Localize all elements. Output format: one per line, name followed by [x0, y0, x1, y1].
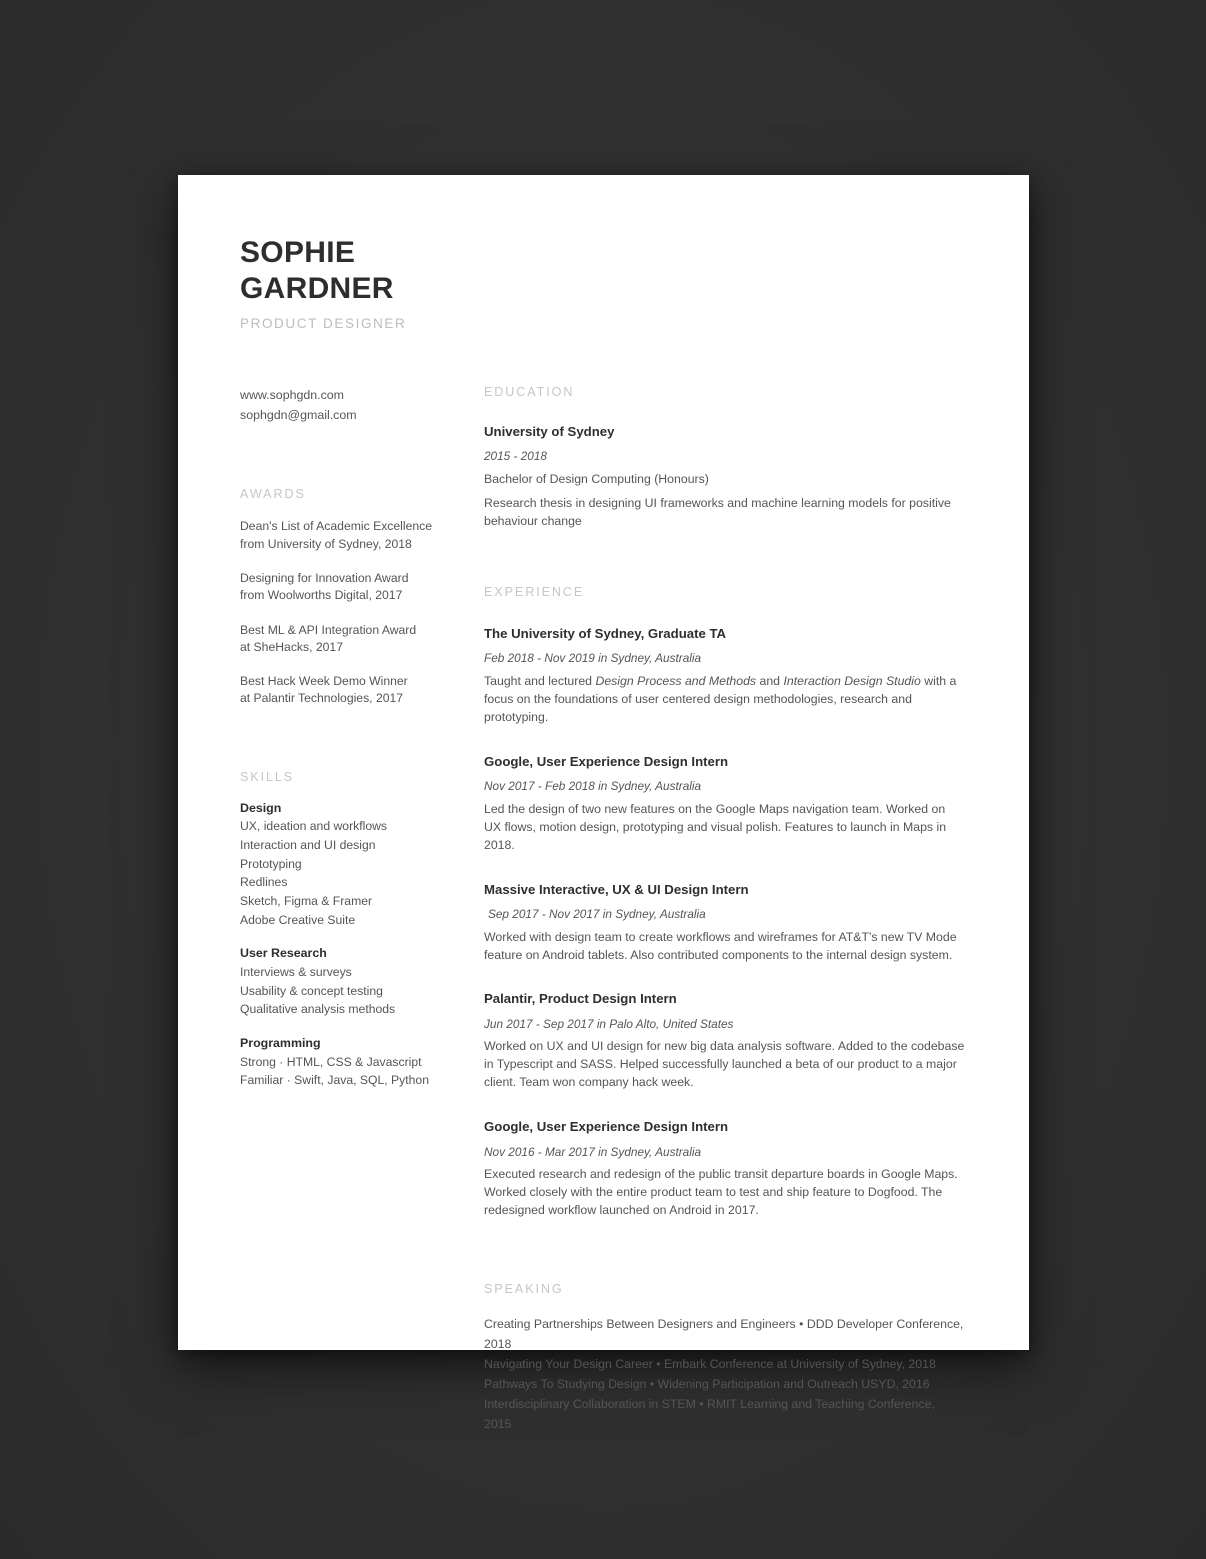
experience-role: Google, User Experience Design Intern — [484, 1119, 729, 1135]
experience-entry: Google, User Experience Design Intern No… — [484, 753, 965, 855]
awards-heading: AWARDS — [240, 487, 306, 502]
main-column: EDUCATION University of Sydney 2015 - 20… — [484, 385, 965, 1435]
sidebar-column: www.sophgdn.com sophgdn@gmail.com AWARDS… — [240, 385, 484, 1435]
speaking-heading: SPEAKING — [484, 1282, 564, 1297]
experience-meta: Sep 2017 - Nov 2017 in Sydney, Australia — [488, 907, 706, 922]
experience-description: Executed research and redesign of the pu… — [484, 1167, 958, 1218]
contact-block: www.sophgdn.com sophgdn@gmail.com — [240, 385, 484, 425]
speaking-item: Interdisciplinary Collaboration in STEM … — [484, 1396, 935, 1431]
skills-section: SKILLS Design UX, ideation and workflows… — [240, 770, 484, 1090]
skill-item: Strong · HTML, CSS & Javascript — [240, 1054, 422, 1069]
skill-item: Interviews & surveys — [240, 964, 352, 979]
skill-item: Prototyping — [240, 856, 302, 871]
speaking-section: SPEAKING Creating Partnerships Between D… — [484, 1282, 965, 1434]
experience-role: Massive Interactive, UX & UI Design Inte… — [484, 881, 749, 897]
skill-group-programming: Programming Strong · HTML, CSS & Javascr… — [240, 1034, 484, 1090]
education-entry: University of Sydney 2015 - 2018 Bachelo… — [484, 423, 965, 531]
experience-section: EXPERIENCE The University of Sydney, Gra… — [484, 585, 965, 1220]
education-heading: EDUCATION — [484, 385, 575, 399]
awards-section: AWARDS Dean's List of Academic Excellenc… — [240, 487, 484, 708]
award-item: Designing for Innovation Award from Wool… — [240, 570, 484, 605]
skill-group-title: User Research — [240, 946, 327, 961]
skills-heading: SKILLS — [240, 769, 295, 784]
award-line-1: Dean's List of Academic Excellence — [240, 519, 433, 534]
skill-item: Usability & concept testing — [240, 983, 383, 998]
resume-page: SOPHIE GARDNER PRODUCT DESIGNER www.soph… — [178, 175, 1029, 1431]
award-item: Dean's List of Academic Excellence from … — [240, 518, 484, 553]
experience-description: Worked with design team to create workfl… — [484, 929, 957, 962]
speaking-list: Creating Partnerships Between Designers … — [484, 1315, 965, 1434]
skill-group-title: Programming — [240, 1035, 321, 1050]
award-line-2: at Palantir Technologies, 2017 — [240, 691, 404, 706]
skill-group-title: Design — [240, 800, 282, 815]
school-name: University of Sydney — [484, 424, 615, 439]
first-name: SOPHIE — [240, 236, 356, 269]
education-section: EDUCATION University of Sydney 2015 - 20… — [484, 385, 965, 531]
experience-description: Led the design of two new features on th… — [484, 801, 947, 852]
skill-item: Familiar · Swift, Java, SQL, Python — [240, 1073, 429, 1088]
award-line-1: Best ML & API Integration Award — [240, 622, 417, 637]
skill-item: UX, ideation and workflows — [240, 819, 387, 834]
skill-group-design: Design UX, ideation and workflows Intera… — [240, 799, 484, 930]
experience-entry: Google, User Experience Design Intern No… — [484, 1118, 965, 1220]
contact-email[interactable]: sophgdn@gmail.com — [240, 405, 484, 425]
speaking-item: Pathways To Studying Design • Widening P… — [484, 1376, 930, 1391]
experience-meta: Nov 2016 - Mar 2017 in Sydney, Australia — [484, 1144, 702, 1159]
experience-meta: Feb 2018 - Nov 2019 in Sydney, Australia — [484, 651, 702, 666]
desc-part: Taught and lectured — [484, 673, 596, 688]
experience-entry: The University of Sydney, Graduate TA Fe… — [484, 625, 965, 727]
experience-role: Google, User Experience Design Intern — [484, 753, 729, 769]
candidate-name: SOPHIE GARDNER — [240, 235, 965, 307]
experience-role: The University of Sydney, Graduate TA — [484, 625, 727, 641]
skill-item: Interaction and UI design — [240, 838, 376, 853]
speaking-item: Navigating Your Design Career • Embark C… — [484, 1357, 936, 1372]
experience-meta: Jun 2017 - Sep 2017 in Palo Alto, United… — [484, 1016, 734, 1031]
award-line-2: from University of Sydney, 2018 — [240, 536, 412, 551]
education-dates: 2015 - 2018 — [484, 449, 547, 464]
last-name: GARDNER — [240, 272, 394, 305]
award-line-2: at SheHacks, 2017 — [240, 639, 343, 654]
resume-columns: www.sophgdn.com sophgdn@gmail.com AWARDS… — [240, 385, 965, 1435]
desc-part: and — [756, 673, 784, 688]
desktop-backdrop: SOPHIE GARDNER PRODUCT DESIGNER www.soph… — [0, 0, 1206, 1559]
experience-meta: Nov 2017 - Feb 2018 in Sydney, Australia — [484, 779, 702, 794]
skill-item: Adobe Creative Suite — [240, 912, 356, 927]
experience-role: Palantir, Product Design Intern — [484, 991, 677, 1007]
award-line-1: Designing for Innovation Award — [240, 570, 409, 585]
thesis-description: Research thesis in designing UI framewor… — [484, 495, 951, 528]
award-item: Best Hack Week Demo Winner at Palantir T… — [240, 673, 484, 708]
award-line-1: Best Hack Week Demo Winner — [240, 674, 408, 689]
speaking-item: Creating Partnerships Between Designers … — [484, 1317, 964, 1352]
skill-item: Qualitative analysis methods — [240, 1002, 396, 1017]
experience-description: Worked on UX and UI design for new big d… — [484, 1039, 965, 1090]
skill-group-user-research: User Research Interviews & surveys Usabi… — [240, 944, 484, 1019]
experience-entry: Massive Interactive, UX & UI Design Inte… — [484, 881, 965, 965]
experience-description: Taught and lectured Design Process and M… — [484, 673, 965, 727]
award-line-2: from Woolworths Digital, 2017 — [240, 588, 403, 603]
skill-item: Sketch, Figma & Framer — [240, 894, 373, 909]
resume-header: SOPHIE GARDNER PRODUCT DESIGNER — [240, 235, 965, 331]
experience-entry: Palantir, Product Design Intern Jun 2017… — [484, 990, 965, 1092]
course-name: Interaction Design Studio — [783, 673, 921, 688]
award-item: Best ML & API Integration Award at SheHa… — [240, 622, 484, 657]
job-title: PRODUCT DESIGNER — [240, 316, 407, 331]
degree-name: Bachelor of Design Computing (Honours) — [484, 472, 709, 486]
course-name: Design Process and Methods — [595, 673, 757, 688]
experience-heading: EXPERIENCE — [484, 584, 585, 599]
skill-item: Redlines — [240, 875, 288, 890]
contact-website[interactable]: www.sophgdn.com — [240, 385, 484, 405]
